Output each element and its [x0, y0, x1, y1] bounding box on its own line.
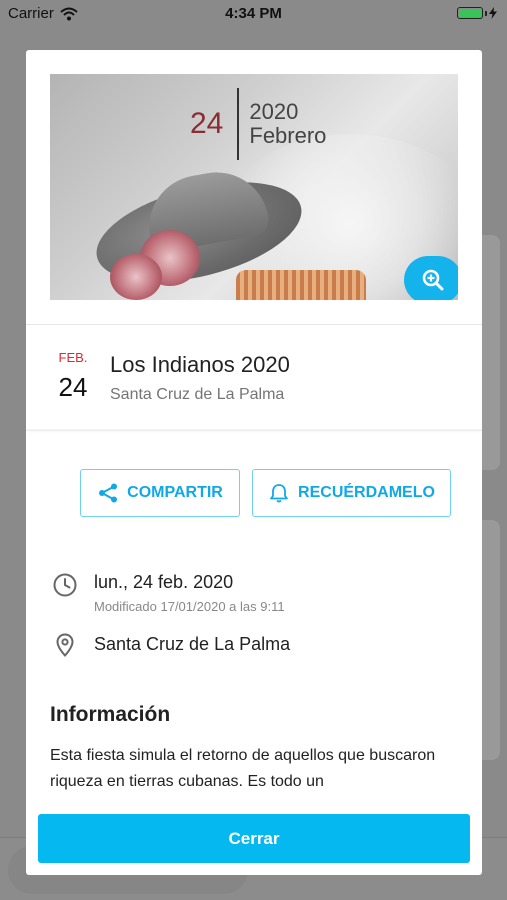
image-day: 24 — [190, 107, 224, 140]
remind-button[interactable]: RECUÉRDAMELO — [252, 469, 451, 517]
event-month: FEB. — [58, 350, 88, 365]
zoom-in-icon — [422, 269, 444, 291]
image-year: 2020 — [249, 99, 299, 124]
date-row: lun., 24 feb. 2020 Modificado 17/01/2020… — [52, 572, 285, 614]
image-month: Febrero — [249, 123, 327, 148]
location-row: Santa Cruz de La Palma — [52, 632, 290, 658]
charging-icon — [489, 7, 497, 19]
clock-icon — [53, 573, 77, 597]
location-pin-icon — [56, 633, 74, 657]
event-place: Santa Cruz de La Palma — [110, 386, 285, 403]
event-image: 24 2020 Febrero — [50, 74, 458, 300]
battery-icon — [457, 7, 497, 19]
image-date-overlay: 24 2020 Febrero — [190, 88, 326, 160]
remind-label: RECUÉRDAMELO — [298, 484, 435, 501]
event-location: Santa Cruz de La Palma — [94, 634, 291, 654]
clock: 4:34 PM — [225, 5, 282, 22]
modified-date: Modificado 17/01/2020 a las 9:11 — [94, 599, 285, 614]
status-bar: Carrier 4:34 PM — [0, 0, 507, 28]
radio-illustration — [236, 270, 366, 300]
share-button[interactable]: COMPARTIR — [80, 469, 240, 517]
info-description: Esta fiesta simula el retorno de aquello… — [50, 747, 436, 790]
event-day: 24 — [58, 372, 88, 402]
share-icon — [99, 483, 118, 503]
event-date: lun., 24 feb. 2020 — [94, 572, 234, 592]
zoom-button[interactable] — [404, 256, 458, 300]
info-heading: Información — [50, 703, 171, 726]
event-detail-modal: 24 2020 Febrero FEB. 24 Los Indianos 202… — [26, 50, 482, 875]
share-label: COMPARTIR — [127, 484, 223, 501]
event-title: Los Indianos 2020 — [110, 352, 290, 377]
bell-icon — [270, 484, 288, 503]
close-button[interactable]: Cerrar — [38, 814, 470, 863]
